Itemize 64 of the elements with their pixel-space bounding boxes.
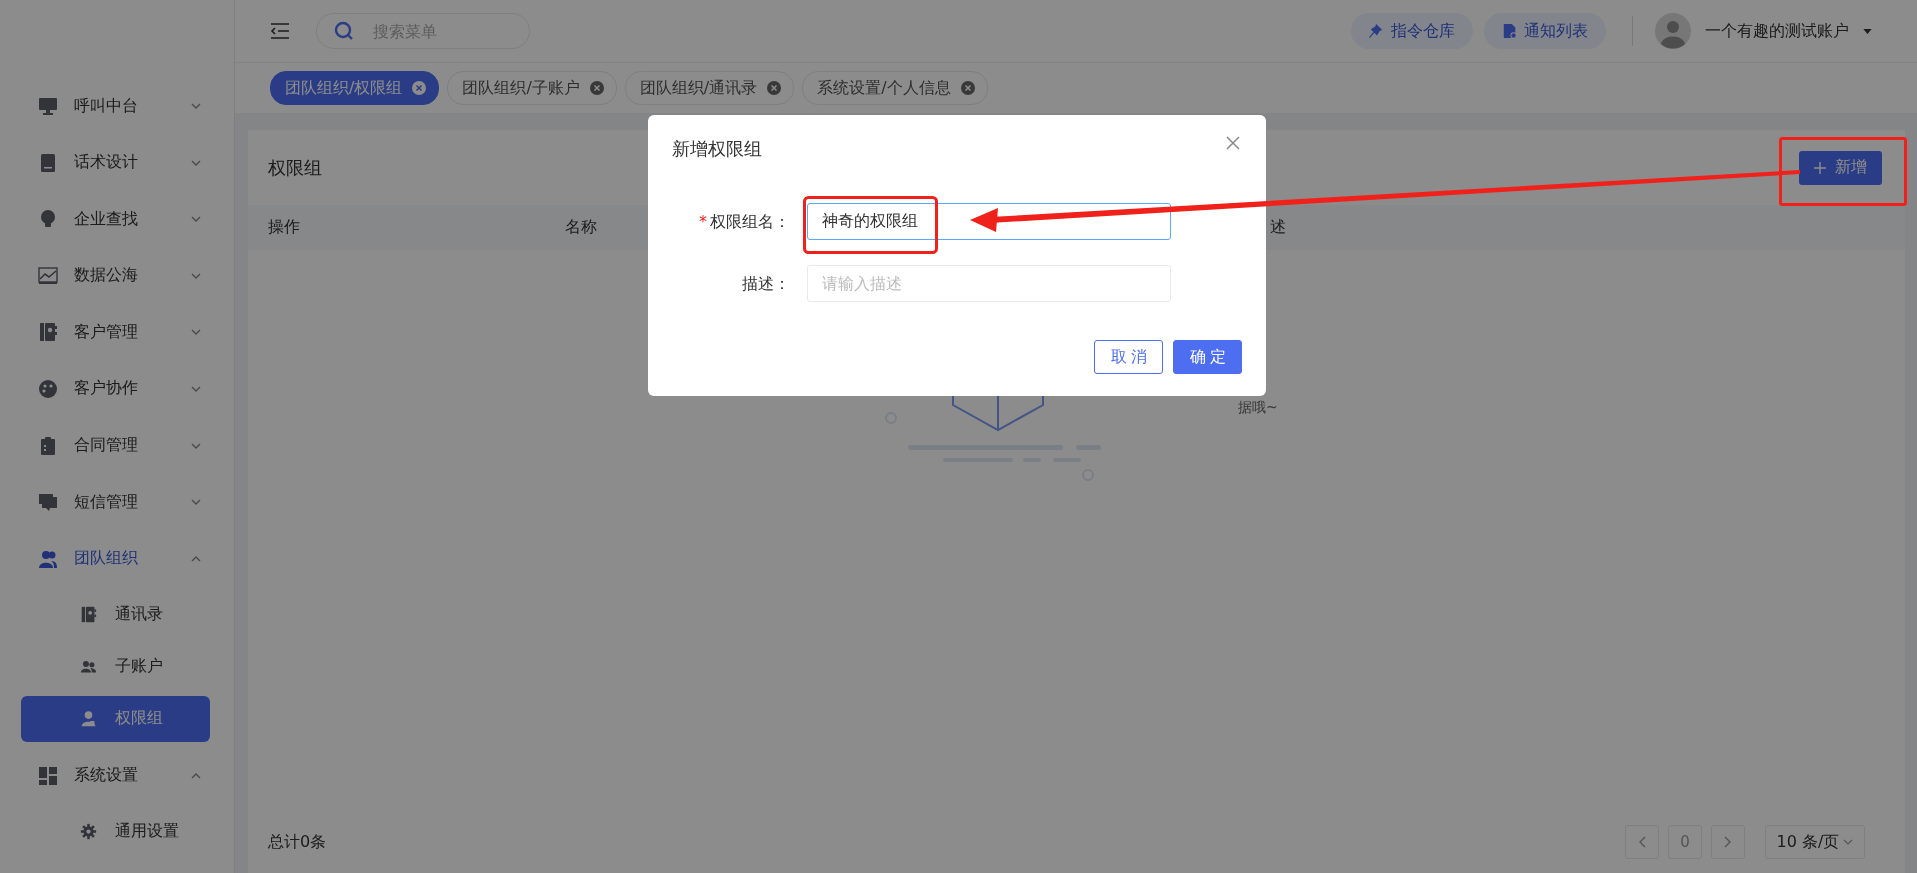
contact-card-icon <box>38 322 58 343</box>
clipboard-icon <box>38 435 58 456</box>
page-tab[interactable]: 系统设置/个人信息 <box>802 71 988 105</box>
sidebar-subitem[interactable]: 权限组 <box>21 695 210 742</box>
caret-icon[interactable] <box>1863 28 1872 34</box>
required-mark: * <box>699 211 707 233</box>
menu-icon[interactable] <box>270 23 290 39</box>
field-label: 权限组名： <box>710 211 790 233</box>
close-icon[interactable] <box>960 81 975 95</box>
header-button[interactable]: 通知列表 <box>1484 13 1606 49</box>
sidebar-item[interactable]: 团队组织 <box>0 530 234 587</box>
document-icon <box>1502 23 1518 39</box>
search-icon <box>334 21 354 41</box>
dialog-title: 新增权限组 <box>672 137 763 161</box>
team-icon <box>38 548 58 569</box>
chevron-left-icon <box>1638 836 1646 848</box>
sidebar-item[interactable]: 短信管理 <box>0 474 234 531</box>
close-icon[interactable] <box>412 81 427 95</box>
page-tab[interactable]: 团队组织/权限组 <box>270 71 440 105</box>
chat-icon <box>38 492 58 513</box>
sidebar-item[interactable]: 企业查找 <box>0 191 234 248</box>
header-button[interactable]: 指令仓库 <box>1351 13 1473 49</box>
total-count: 总计0条 <box>268 831 327 853</box>
sidebar-item[interactable]: 话术设计 <box>0 134 234 191</box>
bulb-icon <box>38 209 58 230</box>
sidebar-item[interactable]: 系统设置 <box>0 747 234 804</box>
grid-icon <box>38 765 58 786</box>
sidebar-item[interactable]: 客户管理 <box>0 304 234 361</box>
user-icon <box>80 710 97 728</box>
chart-icon <box>38 265 58 286</box>
book-icon <box>38 152 58 173</box>
cancel-button[interactable]: 取消 <box>1094 340 1163 374</box>
empty-message: 据哦~ <box>1238 399 1278 417</box>
column-header: 述 <box>1270 217 1286 238</box>
contact-card-icon <box>80 606 97 624</box>
page-tab[interactable]: 团队组织/子账户 <box>447 71 617 105</box>
monitor-icon <box>38 96 58 116</box>
close-icon[interactable] <box>767 81 782 95</box>
page-tab[interactable]: 团队组织/通讯录 <box>624 71 795 105</box>
pin-icon <box>1369 23 1385 39</box>
column-header: 操作 <box>268 217 300 238</box>
chevron-down-icon <box>1843 839 1854 845</box>
close-icon[interactable] <box>1226 136 1240 150</box>
sidebar-subitem[interactable]: 子账户 <box>21 643 210 690</box>
add-button[interactable]: 新增 <box>1799 150 1882 185</box>
plus-icon <box>1814 161 1826 174</box>
sidebar-subitem[interactable]: 通用设置 <box>21 808 210 855</box>
page-title: 权限组 <box>268 155 323 180</box>
sidebar-item[interactable]: 合同管理 <box>0 417 234 474</box>
sidebar-item[interactable]: 客户协作 <box>0 360 234 417</box>
user-name[interactable]: 一个有趣的测试账户 <box>1705 20 1849 42</box>
confirm-button[interactable]: 确定 <box>1173 340 1242 374</box>
input-field[interactable]: 请输入描述 <box>807 265 1171 302</box>
sidebar-subitem[interactable]: 通讯录 <box>21 591 210 638</box>
settings-icon <box>80 823 97 841</box>
field-label: 描述： <box>742 273 790 295</box>
chevron-right-icon <box>1724 836 1732 848</box>
close-icon[interactable] <box>589 81 604 95</box>
column-header: 名称 <box>565 217 597 238</box>
sidebar-item[interactable]: 呼叫中台 <box>0 78 234 134</box>
sidebar-item[interactable]: 数据公海 <box>0 247 234 304</box>
page-size-select[interactable]: 10 条/页 <box>1765 825 1865 859</box>
palette-icon <box>38 378 58 399</box>
avatar-icon[interactable] <box>1655 13 1691 49</box>
